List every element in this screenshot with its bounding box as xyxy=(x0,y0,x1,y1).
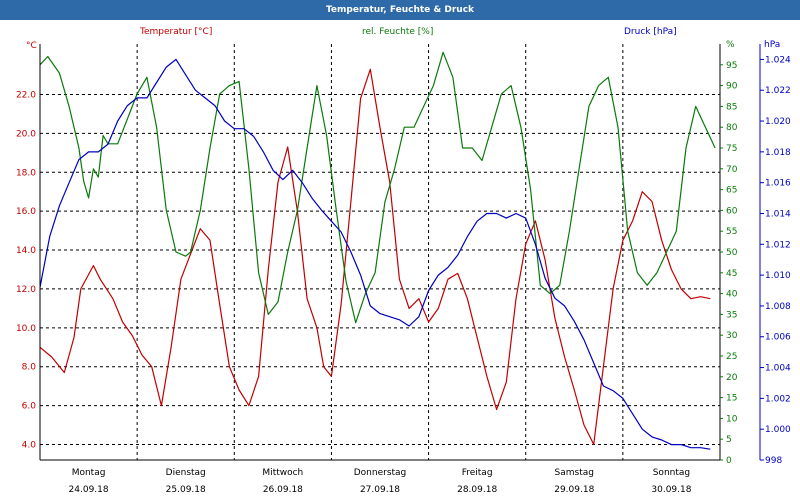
humidity-tick-label: 65 xyxy=(726,186,737,196)
humidity-unit-label: % xyxy=(726,40,735,50)
x-date-label: 30.09.18 xyxy=(651,485,691,495)
temperature-tick-label: 6.0 xyxy=(22,402,37,412)
humidity-tick-label: 70 xyxy=(726,165,738,175)
temperature-unit-label: °C xyxy=(26,41,37,51)
x-date-label: 29.09.18 xyxy=(554,485,594,495)
humidity-tick-label: 5 xyxy=(726,435,732,445)
pressure-unit-label: hPa xyxy=(764,40,780,50)
humidity-tick-label: 20 xyxy=(726,373,738,383)
x-day-label: Mittwoch xyxy=(262,468,303,478)
humidity-tick-label: 55 xyxy=(726,227,737,237)
x-day-label: Dienstag xyxy=(166,468,206,478)
legend-humidity: rel. Feuchte [%] xyxy=(362,27,433,37)
legend-temperature: Temperatur [°C] xyxy=(139,27,212,37)
pressure-tick-label: 1.000 xyxy=(765,425,791,435)
pressure-tick-label: 1.020 xyxy=(765,117,791,127)
pressure-tick-label: 1.008 xyxy=(765,302,791,312)
humidity-tick-label: 15 xyxy=(726,394,737,404)
humidity-tick-label: 95 xyxy=(726,61,737,71)
x-date-label: 27.09.18 xyxy=(360,485,400,495)
humidity-tick-label: 85 xyxy=(726,102,737,112)
temperature-tick-label: 22.0 xyxy=(16,91,36,101)
x-day-label: Sonntag xyxy=(653,468,690,478)
temperature-tick-label: 16.0 xyxy=(16,207,36,217)
pressure-tick-label: 1.012 xyxy=(765,240,791,250)
x-day-label: Montag xyxy=(72,468,106,478)
pressure-tick-label: 1.018 xyxy=(765,148,791,158)
pressure-tick-label: 1.022 xyxy=(765,86,791,96)
x-day-label: Samstag xyxy=(555,468,594,478)
x-date-label: 25.09.18 xyxy=(166,485,206,495)
pressure-tick-label: 1.010 xyxy=(765,271,791,281)
pressure-tick-label: 1.006 xyxy=(765,333,791,343)
pressure-tick-label: 1.016 xyxy=(765,179,791,189)
humidity-tick-label: 60 xyxy=(726,206,738,216)
humidity-tick-label: 35 xyxy=(726,310,737,320)
humidity-tick-label: 75 xyxy=(726,144,737,154)
humidity-tick-label: 45 xyxy=(726,269,737,279)
humidity-tick-label: 10 xyxy=(726,414,738,424)
legend-pressure: Druck [hPa] xyxy=(624,27,677,37)
pressure-tick-label: 1.014 xyxy=(765,209,791,219)
temperature-tick-label: 4.0 xyxy=(22,440,37,450)
temperature-tick-label: 8.0 xyxy=(22,363,37,373)
humidity-tick-label: 50 xyxy=(726,248,738,258)
temperature-tick-label: 20.0 xyxy=(16,129,36,139)
temperature-tick-label: 12.0 xyxy=(16,285,36,295)
humidity-tick-label: 0 xyxy=(726,456,732,466)
temperature-tick-label: 10.0 xyxy=(16,324,36,334)
temperature-tick-label: 14.0 xyxy=(16,246,36,256)
pressure-tick-label: 1.024 xyxy=(765,55,791,65)
humidity-tick-label: 40 xyxy=(726,290,738,300)
pressure-tick-label: 1.004 xyxy=(765,364,791,374)
humidity-tick-label: 30 xyxy=(726,331,738,341)
pressure-tick-label: 998 xyxy=(765,456,782,466)
humidity-tick-label: 90 xyxy=(726,82,738,92)
x-day-label: Freitag xyxy=(462,468,493,478)
plot-area xyxy=(40,44,720,460)
x-day-label: Donnerstag xyxy=(354,468,407,478)
x-date-label: 24.09.18 xyxy=(69,485,109,495)
humidity-tick-label: 25 xyxy=(726,352,737,362)
x-date-label: 26.09.18 xyxy=(263,485,303,495)
chart-svg: 4.0 6.0 8.0 10.0 12.0 14.0 16.0 18.0 20.0 22.0 0 5 1… xyxy=(16,27,791,495)
x-date-label: 28.09.18 xyxy=(457,485,497,495)
temperature-tick-label: 18.0 xyxy=(16,168,36,178)
pressure-tick-label: 1.002 xyxy=(765,394,791,404)
humidity-tick-label: 80 xyxy=(726,123,738,133)
